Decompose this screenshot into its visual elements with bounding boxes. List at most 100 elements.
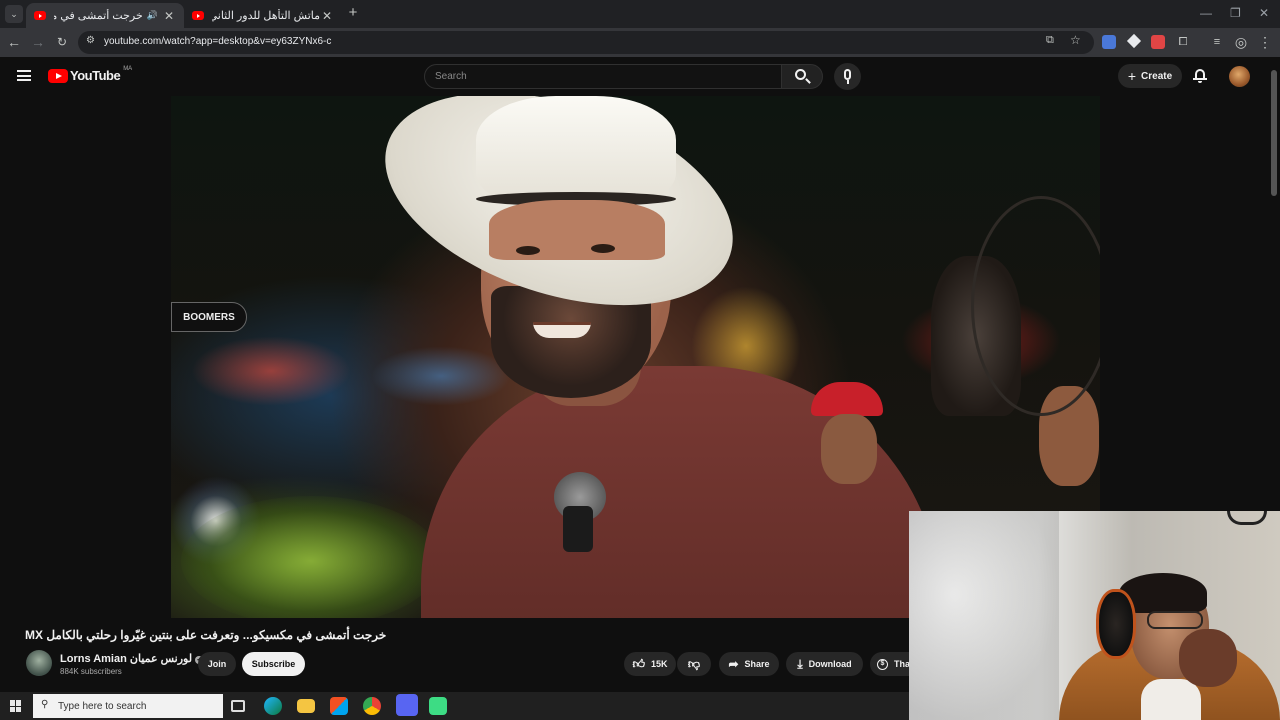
thumbs-up-icon: 👍︎ [632, 656, 646, 671]
minimize-icon[interactable]: — [1200, 6, 1212, 20]
download-icon: ⤓ [797, 656, 803, 671]
search-input[interactable]: Search [424, 64, 782, 89]
channel-avatar[interactable] [26, 650, 52, 676]
bystander-face [821, 414, 877, 484]
person-eye [516, 246, 540, 255]
new-tab-button[interactable]: + [346, 4, 360, 21]
streamer-hood-inner [1141, 679, 1201, 720]
restore-icon[interactable]: ❐ [1230, 6, 1241, 20]
share-button[interactable]: ➦ Share [719, 652, 779, 676]
page-scrollbar[interactable] [1271, 70, 1277, 196]
tab-close-icon[interactable]: ✕ [320, 9, 334, 23]
profile-icon[interactable]: ◎ [1233, 34, 1249, 50]
guide-menu-icon[interactable] [17, 70, 31, 81]
extension-diamond-icon[interactable] [1126, 33, 1142, 49]
tab-title: خرجت أتمشى في مكسيكو... وتعرفت على بنتين… [54, 10, 143, 22]
glasses [1147, 611, 1203, 629]
search-icon: ⚲ [41, 699, 49, 710]
taskbar-search-input[interactable]: ⚲ Type here to search [33, 694, 223, 718]
windows-taskbar: ⚲ Type here to search [0, 692, 909, 720]
search-placeholder: Search [435, 71, 467, 82]
reload-icon[interactable]: ↻ [54, 34, 70, 50]
thanks-icon: $ [877, 658, 888, 670]
browser-toolbar: ← → ↻ ⚙ youtube.com/watch?app=desktop&v=… [0, 28, 1280, 57]
back-icon[interactable]: ← [6, 34, 22, 50]
bokeh-light [191, 336, 351, 406]
share-icon: ➦ [728, 657, 739, 671]
address-bar[interactable]: ⚙ youtube.com/watch?app=desktop&v=ey63ZY… [78, 31, 1094, 54]
speaker-icon[interactable]: 🔊 [147, 10, 158, 21]
download-button[interactable]: ⤓ Download [786, 652, 863, 676]
search-button[interactable] [781, 64, 823, 89]
url-text: youtube.com/watch?app=desktop&v=ey63ZYNx… [104, 36, 332, 47]
webcam-overlay [909, 511, 1280, 720]
youtube-header: YouTube MA Search + Create [0, 57, 1280, 95]
subscribe-label: Subscribe [251, 659, 296, 669]
video-title: خرجت أتمشى في مكسيكو... وتعرفت على بنتين… [25, 628, 387, 642]
like-count: 15K [651, 659, 668, 669]
bystander-red-cap [811, 382, 883, 416]
menu-kebab-icon[interactable]: ⋮ [1257, 34, 1273, 50]
thumbs-down-icon: 👎︎ [687, 656, 701, 671]
tab-search-button[interactable]: ⌄ [5, 5, 23, 23]
tab-inactive[interactable]: ماتش التأهل للدور الثاني؟ التشكيلة ✕ [184, 3, 342, 28]
youtube-logo-text: YouTube [70, 68, 121, 83]
channel-name[interactable]: Lorns Amian لورنس عميان ✓ [60, 652, 204, 665]
file-explorer-icon[interactable] [297, 699, 315, 713]
tab-title: ماتش التأهل للدور الثاني؟ التشكيلة [212, 10, 320, 22]
ceiling-lamp [1227, 511, 1267, 525]
microphone-icon [844, 69, 851, 80]
create-button[interactable]: + Create [1118, 64, 1182, 88]
youtube-favicon-icon [192, 11, 204, 20]
install-app-icon[interactable]: ⧉ [1046, 34, 1054, 47]
app-icon[interactable] [429, 697, 447, 715]
media-control-icon[interactable]: ≡ [1209, 34, 1225, 50]
join-label: Join [207, 659, 227, 669]
like-button[interactable]: 👍︎ 15K [624, 652, 676, 676]
translate-extension-icon[interactable] [1102, 35, 1116, 49]
discord-app-icon[interactable] [396, 694, 418, 716]
plus-icon: + [1127, 68, 1137, 84]
join-button[interactable]: Join [198, 652, 236, 676]
search-icon [795, 69, 806, 80]
microphone-clip [563, 506, 593, 552]
chrome-icon[interactable] [363, 697, 381, 715]
bokeh-light [371, 346, 511, 406]
extensions-puzzle-icon[interactable]: ⧠ [1175, 34, 1191, 50]
storefront-sign-text: BOOMERS [183, 311, 235, 323]
youtube-favicon-icon [34, 11, 46, 20]
subscriber-count: 884K subscribers [60, 667, 122, 676]
youtube-play-icon [48, 68, 68, 83]
tab-close-icon[interactable]: ✕ [162, 9, 176, 23]
dislike-button[interactable]: 👎︎ [677, 652, 711, 676]
forward-icon[interactable]: → [30, 34, 46, 50]
download-label: Download [808, 659, 852, 669]
youtube-logo[interactable]: YouTube MA [48, 66, 132, 83]
voice-search-button[interactable] [834, 63, 861, 90]
extension-red-icon[interactable] [1151, 35, 1165, 49]
statue-ring [971, 196, 1100, 416]
storefront-sign: BOOMERS [171, 302, 247, 332]
cowboy-hat-crown [476, 96, 676, 206]
plants [181, 496, 441, 618]
close-window-icon[interactable]: ✕ [1259, 6, 1269, 20]
windows-start-icon[interactable] [10, 700, 22, 712]
edge-browser-icon[interactable] [264, 697, 282, 715]
microsoft-store-icon[interactable] [330, 697, 348, 715]
task-view-icon[interactable] [231, 700, 245, 712]
wall-shadow [909, 511, 1059, 720]
taskbar-search-placeholder: Type here to search [58, 701, 147, 712]
streamer-hand [1179, 629, 1237, 687]
person-mouth [533, 322, 591, 338]
browser-tab-strip: ⌄ خرجت أتمشى في مكسيكو... وتعرفت على بنت… [0, 0, 1280, 28]
person-eye [591, 244, 615, 253]
account-avatar[interactable] [1229, 66, 1250, 87]
bookmark-star-icon[interactable]: ☆ [1070, 33, 1081, 47]
notifications-bell-icon[interactable] [1193, 68, 1207, 83]
create-label: Create [1141, 70, 1173, 82]
tab-active[interactable]: خرجت أتمشى في مكسيكو... وتعرفت على بنتين… [26, 3, 184, 28]
site-info-icon[interactable]: ⚙ [86, 35, 95, 46]
thanks-label: Tha [894, 659, 911, 669]
subscribe-button[interactable]: Subscribe [242, 652, 305, 676]
headphones [1096, 589, 1136, 659]
